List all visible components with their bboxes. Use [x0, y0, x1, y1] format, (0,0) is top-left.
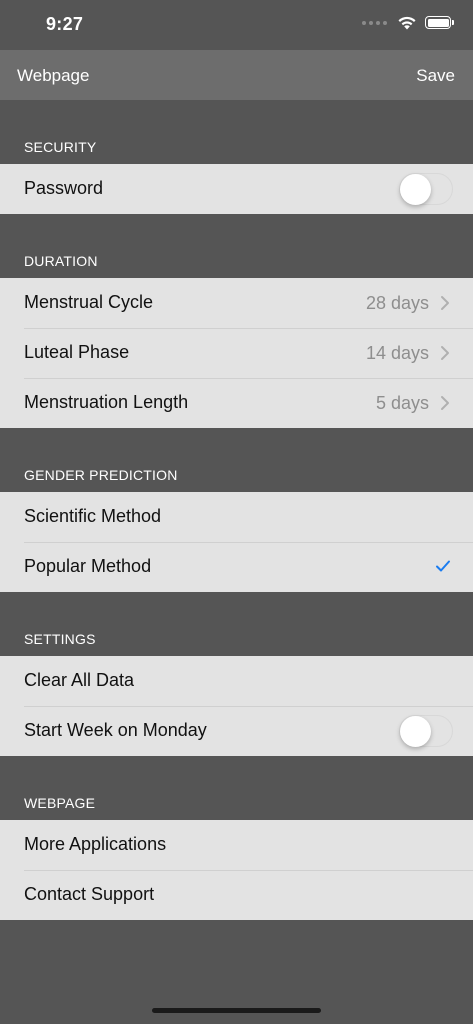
- checkmark-icon: [436, 560, 450, 572]
- password-toggle[interactable]: [399, 173, 453, 205]
- more-applications-label: More Applications: [24, 834, 167, 854]
- row-contact-support[interactable]: Contact Support: [0, 870, 473, 920]
- settings-screen: 9:27 Webpage Save SECURITY Password DURA…: [0, 0, 473, 1024]
- scientific-method-label: Scientific Method: [24, 506, 162, 526]
- section-header-gender-prediction: GENDER PREDICTION: [24, 467, 178, 483]
- wifi-icon: [398, 16, 416, 30]
- chevron-right-icon: [441, 396, 449, 410]
- luteal-phase-label: Luteal Phase: [24, 342, 130, 362]
- password-label: Password: [24, 178, 104, 198]
- signal-dots-icon: [362, 20, 387, 25]
- group-duration: Menstrual Cycle 28 days Luteal Phase 14 …: [0, 278, 473, 428]
- row-menstrual-cycle[interactable]: Menstrual Cycle 28 days: [0, 278, 473, 328]
- back-webpage-button[interactable]: Webpage: [17, 66, 89, 86]
- save-button[interactable]: Save: [416, 66, 455, 86]
- row-popular-method[interactable]: Popular Method: [0, 542, 473, 592]
- status-icons: [362, 15, 454, 30]
- row-luteal-phase[interactable]: Luteal Phase 14 days: [0, 328, 473, 378]
- navigation-bar: Webpage Save: [0, 50, 473, 100]
- group-gender-prediction: Scientific Method Popular Method: [0, 492, 473, 592]
- home-indicator[interactable]: [152, 1008, 321, 1013]
- chevron-right-icon: [441, 346, 449, 360]
- section-header-webpage: WEBPAGE: [24, 795, 96, 811]
- battery-icon: [425, 16, 454, 29]
- status-bar: 9:27: [0, 0, 473, 50]
- row-menstruation-length[interactable]: Menstruation Length 5 days: [0, 378, 473, 428]
- group-security: Password: [0, 164, 473, 214]
- toggle-knob: [400, 173, 431, 205]
- start-week-monday-label: Start Week on Monday: [24, 720, 207, 740]
- row-clear-all-data[interactable]: Clear All Data: [0, 656, 473, 706]
- section-header-duration: DURATION: [24, 253, 98, 269]
- menstrual-cycle-label: Menstrual Cycle: [24, 292, 154, 312]
- menstruation-length-value: 5 days: [375, 393, 429, 413]
- group-settings: Clear All Data Start Week on Monday: [0, 656, 473, 756]
- toggle-knob: [400, 715, 431, 747]
- menstrual-cycle-value: 28 days: [365, 293, 429, 313]
- section-header-settings: SETTINGS: [24, 631, 96, 647]
- row-start-week-monday: Start Week on Monday: [0, 706, 473, 756]
- row-more-applications[interactable]: More Applications: [0, 820, 473, 870]
- popular-method-label: Popular Method: [24, 556, 152, 576]
- start-week-monday-toggle[interactable]: [399, 715, 453, 747]
- row-scientific-method[interactable]: Scientific Method: [0, 492, 473, 542]
- row-password: Password: [0, 164, 473, 214]
- contact-support-label: Contact Support: [24, 884, 155, 904]
- luteal-phase-value: 14 days: [365, 343, 429, 363]
- menstruation-length-label: Menstruation Length: [24, 392, 189, 412]
- clear-all-data-label: Clear All Data: [24, 670, 135, 690]
- chevron-right-icon: [441, 296, 449, 310]
- section-header-security: SECURITY: [24, 139, 97, 155]
- group-webpage: More Applications Contact Support: [0, 820, 473, 920]
- status-time: 9:27: [46, 14, 84, 34]
